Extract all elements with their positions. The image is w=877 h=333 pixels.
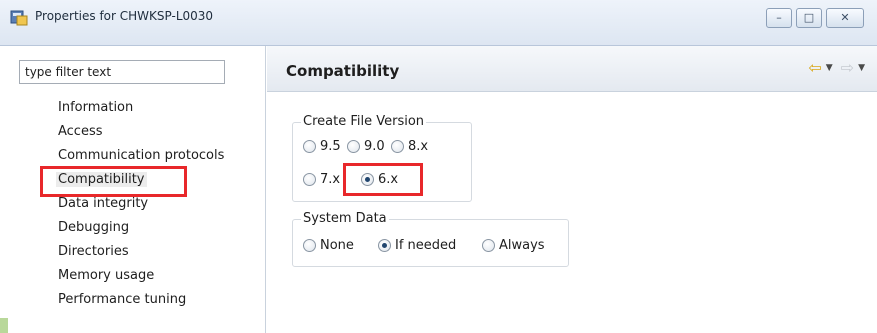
radio-circle[interactable] [303, 140, 316, 153]
maximize-button[interactable]: □ [796, 8, 822, 28]
radio-label: 9.5 [320, 139, 341, 154]
version-radio-9-5[interactable]: 9.5 [303, 139, 341, 154]
page-navigation: ⇦ ▼ ⇨ ▼ [808, 60, 865, 76]
radio-circle[interactable] [303, 239, 316, 252]
radio-circle-selected[interactable] [378, 239, 391, 252]
back-dropdown-icon[interactable]: ▼ [826, 63, 833, 73]
tree-item-directories[interactable]: Directories [58, 242, 224, 266]
system-data-legend: System Data [301, 211, 389, 227]
create-file-version-legend: Create File Version [301, 114, 427, 130]
tree-item-label: Access [58, 124, 103, 139]
page-header: Compatibility ⇦ ▼ ⇨ ▼ [267, 46, 877, 92]
tree-item-compatibility[interactable]: Compatibility [56, 170, 224, 194]
radio-label: None [320, 238, 354, 253]
tree-item-access[interactable]: Access [58, 122, 224, 146]
tree-item-label: Performance tuning [58, 292, 187, 307]
close-button[interactable]: ✕ [826, 8, 864, 28]
background-sliver [0, 318, 8, 333]
radio-label: 6.x [378, 172, 399, 187]
minimize-icon: – [776, 11, 782, 24]
back-arrow-icon[interactable]: ⇦ [808, 60, 821, 76]
radio-label: Always [499, 238, 545, 253]
window-controls: – □ ✕ [762, 8, 864, 28]
tree-item-label: Communication protocols [58, 148, 225, 163]
radio-circle[interactable] [482, 239, 495, 252]
tree-item-communication-protocols[interactable]: Communication protocols [58, 146, 224, 170]
radio-label: 9.0 [364, 139, 385, 154]
version-radio-8-x[interactable]: 8.x [391, 139, 428, 154]
version-radio-7-x[interactable]: 7.x [303, 172, 340, 187]
tree-item-performance-tuning[interactable]: Performance tuning [58, 290, 224, 314]
create-file-version-group: Create File Version [292, 114, 472, 202]
radio-label: 7.x [320, 172, 341, 187]
tree-item-label: Debugging [58, 220, 130, 235]
filter-input[interactable] [19, 60, 225, 84]
property-tree: Information Access Communication protoco… [56, 98, 224, 314]
version-radio-9-0[interactable]: 9.0 [347, 139, 385, 154]
system-data-radio-none[interactable]: None [303, 238, 354, 253]
tree-item-memory-usage[interactable]: Memory usage [58, 266, 224, 290]
tree-item-information[interactable]: Information [58, 98, 224, 122]
tree-item-label: Directories [58, 244, 129, 259]
tree-item-label: Compatibility [56, 172, 147, 187]
version-radio-6-x[interactable]: 6.x [361, 172, 398, 187]
radio-circle-selected[interactable] [361, 173, 374, 186]
minimize-button[interactable]: – [766, 8, 792, 28]
radio-circle[interactable] [347, 140, 360, 153]
window-title: Properties for CHWKSP-L0030 [35, 9, 214, 23]
close-icon: ✕ [840, 11, 850, 24]
forward-arrow-icon[interactable]: ⇨ [841, 60, 854, 76]
tree-item-debugging[interactable]: Debugging [58, 218, 224, 242]
system-data-radio-if-needed[interactable]: If needed [378, 238, 456, 253]
properties-window-icon [10, 10, 28, 26]
title-bar: Properties for CHWKSP-L0030 – □ ✕ [0, 0, 877, 46]
system-data-radio-always[interactable]: Always [482, 238, 545, 253]
property-tree-pane: Information Access Communication protoco… [0, 46, 266, 333]
page-title: Compatibility [286, 62, 400, 80]
tree-item-data-integrity[interactable]: Data integrity [58, 194, 224, 218]
tree-item-label: Information [58, 100, 134, 115]
maximize-icon: □ [803, 11, 815, 24]
radio-label: If needed [395, 238, 457, 253]
forward-dropdown-icon[interactable]: ▼ [858, 63, 865, 73]
radio-circle[interactable] [391, 140, 404, 153]
tree-item-label: Memory usage [58, 268, 155, 283]
tree-item-label: Data integrity [58, 196, 149, 211]
radio-label: 8.x [408, 139, 429, 154]
radio-circle[interactable] [303, 173, 316, 186]
